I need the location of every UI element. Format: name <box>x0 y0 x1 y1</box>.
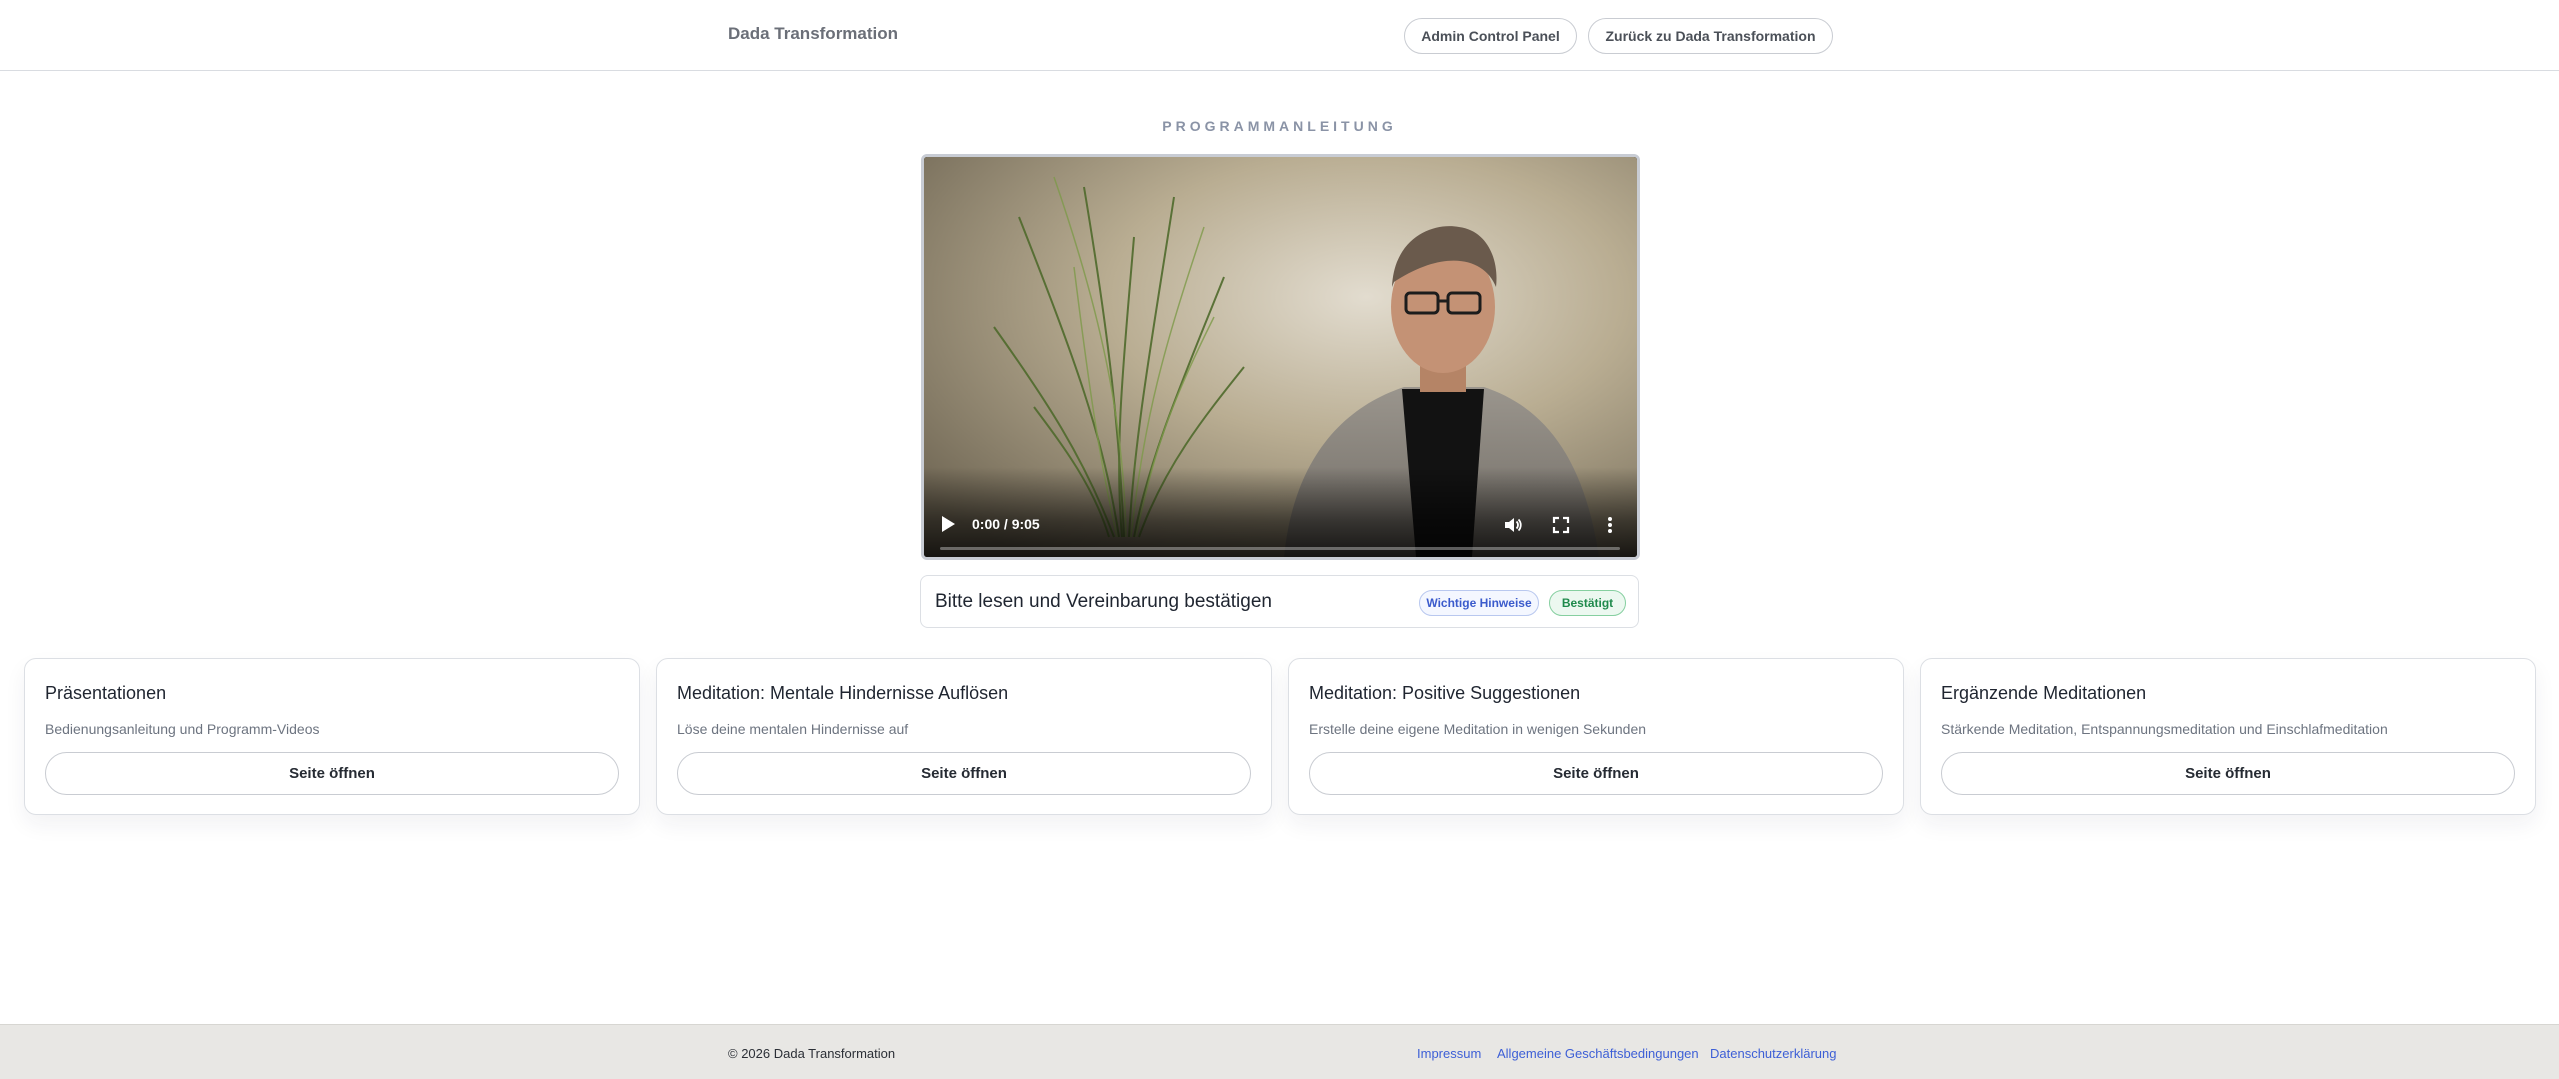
footer-link-privacy[interactable]: Datenschutzerklärung <box>1710 1045 1836 1063</box>
agreement-text: Bitte lesen und Vereinbarung bestätigen <box>935 591 1272 612</box>
card-presentations: Präsentationen Bedienungsanleitung und P… <box>24 658 640 815</box>
card-supplementary-meditations: Ergänzende Meditationen Stärkende Medita… <box>1920 658 2536 815</box>
card-title: Präsentationen <box>45 683 167 703</box>
card-description: Erstelle deine eigene Meditation in weni… <box>1309 721 1647 737</box>
video-controls: 0:00 / 9:05 <box>924 467 1637 557</box>
confirmed-badge: Bestätigt <box>1549 590 1626 616</box>
section-label: PROGRAMMANLEITUNG <box>1162 118 1397 134</box>
brand-title[interactable]: Dada Transformation <box>728 22 898 46</box>
fullscreen-icon[interactable] <box>1551 515 1571 535</box>
play-icon[interactable] <box>940 515 956 533</box>
video-progress-bar[interactable] <box>940 547 1620 550</box>
footer-link-impressum[interactable]: Impressum <box>1417 1045 1481 1063</box>
card-title: Ergänzende Meditationen <box>1941 683 2147 703</box>
video-player[interactable]: 0:00 / 9:05 <box>921 154 1640 560</box>
open-page-button[interactable]: Seite öffnen <box>1941 752 2515 795</box>
video-time: 0:00 / 9:05 <box>972 516 1040 532</box>
volume-icon[interactable] <box>1503 515 1523 535</box>
card-title: Meditation: Mentale Hindernisse Auflösen <box>677 683 1009 703</box>
admin-control-panel-button[interactable]: Admin Control Panel <box>1404 18 1577 54</box>
top-header: Dada Transformation Admin Control Panel … <box>0 0 2559 71</box>
card-meditation-mental-obstacles: Meditation: Mentale Hindernisse Auflösen… <box>656 658 1272 815</box>
card-title: Meditation: Positive Suggestionen <box>1309 683 1581 703</box>
agreement-notice[interactable]: Bitte lesen und Vereinbarung bestätigen … <box>920 575 1639 628</box>
card-description: Löse deine mentalen Hindernisse auf <box>677 721 909 737</box>
open-page-button[interactable]: Seite öffnen <box>1309 752 1883 795</box>
open-page-button[interactable]: Seite öffnen <box>45 752 619 795</box>
important-notes-badge[interactable]: Wichtige Hinweise <box>1419 590 1539 616</box>
open-page-button[interactable]: Seite öffnen <box>677 752 1251 795</box>
page-footer: © 2026 Dada Transformation Impressum All… <box>0 1024 2559 1079</box>
copyright-text: © 2026 Dada Transformation <box>728 1046 896 1061</box>
more-options-icon[interactable] <box>1600 515 1620 535</box>
card-description: Stärkende Meditation, Entspannungsmedita… <box>1941 721 2388 737</box>
footer-link-terms[interactable]: Allgemeine Geschäftsbedingungen <box>1497 1045 1699 1063</box>
card-description: Bedienungsanleitung und Programm-Videos <box>45 721 320 737</box>
back-to-site-button[interactable]: Zurück zu Dada Transformation <box>1588 18 1833 54</box>
card-meditation-positive-suggestions: Meditation: Positive Suggestionen Erstel… <box>1288 658 1904 815</box>
